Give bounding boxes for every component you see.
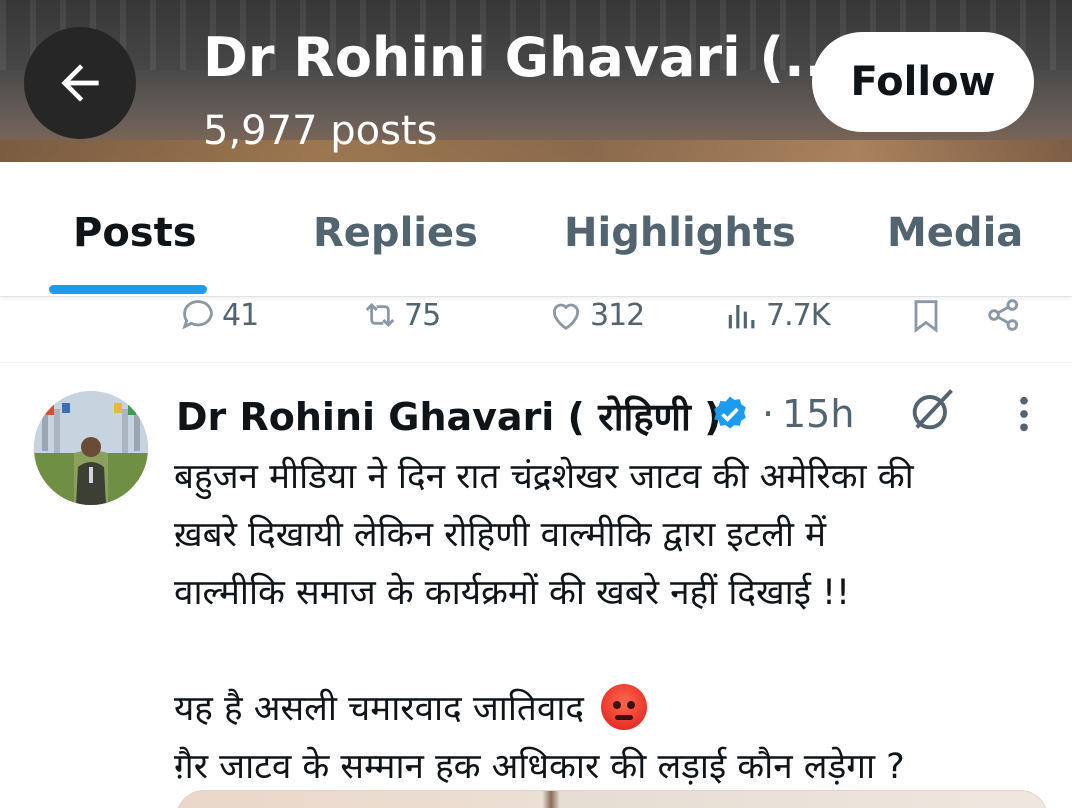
post-author-name[interactable]: Dr Rohini Ghavari ( रोहिणी ): [176, 390, 721, 442]
tab-posts[interactable]: Posts: [73, 210, 197, 256]
active-tab-indicator: [49, 285, 207, 294]
tab-replies[interactable]: Replies: [313, 210, 478, 256]
post-line: यह है असली चमारवाद जातिवाद: [174, 689, 584, 729]
author-avatar[interactable]: [34, 391, 148, 505]
repost-button[interactable]: 75: [360, 295, 441, 335]
tab-media[interactable]: Media: [887, 210, 1023, 256]
previous-post-actions: 41 75 312 7.7K: [0, 297, 1072, 363]
heart-icon: [552, 303, 580, 331]
profile-header: Dr Rohini Ghavari (... 5,977 posts Follo…: [0, 0, 1072, 162]
post-line-with-emoji: यह है असली चमारवाद जातिवाद: [174, 680, 1054, 738]
reply-count: 41: [222, 297, 259, 333]
post-line: ख़बरे दिखायी लेकिन रोहिणी वाल्मीकि द्वार…: [174, 515, 827, 555]
post-media-image[interactable]: [176, 790, 1048, 808]
bookmark-icon: [914, 300, 938, 333]
time-separator: ·: [762, 392, 775, 436]
views-count: 7.7K: [766, 297, 830, 333]
post-line: वाल्मीकि समाज के कार्यक्रमों की खबरे नही…: [174, 573, 851, 613]
post-timestamp[interactable]: 15h: [782, 392, 854, 436]
verified-badge-icon: [714, 396, 746, 429]
repost-count: 75: [404, 297, 441, 333]
posts-count: 5,977 posts: [203, 108, 438, 154]
share-button[interactable]: [984, 295, 1024, 335]
back-button[interactable]: [24, 27, 136, 139]
views-icon: [728, 305, 755, 329]
post-text: बहुजन मीडिया ने दिन रात चंद्रशेखर जाटव क…: [174, 448, 1054, 796]
reply-button[interactable]: 41: [178, 295, 259, 335]
profile-tabs: Posts Replies Highlights Media: [0, 162, 1072, 297]
bookmark-button[interactable]: [906, 295, 946, 335]
reply-icon: [182, 300, 213, 330]
profile-name-title: Dr Rohini Ghavari (...: [203, 26, 846, 89]
grok-icon[interactable]: [906, 384, 958, 436]
post-line: ग़ैर जाटव के सम्मान हक अधिकार की लड़ाई क…: [174, 747, 905, 787]
post-line: बहुजन मीडिया ने दिन रात चंद्रशेखर जाटव क…: [174, 457, 914, 497]
like-count: 312: [590, 297, 645, 333]
share-icon: [988, 299, 1019, 331]
more-vertical-icon[interactable]: [1010, 394, 1038, 434]
avatar-photo: [34, 391, 148, 505]
views-button[interactable]: 7.7K: [722, 295, 830, 335]
angry-face-emoji: [601, 684, 648, 730]
follow-button[interactable]: Follow: [812, 32, 1034, 132]
tab-highlights[interactable]: Highlights: [564, 210, 796, 256]
arrow-left-icon: [61, 64, 99, 102]
like-button[interactable]: 312: [546, 295, 645, 335]
repost-icon: [365, 302, 395, 328]
